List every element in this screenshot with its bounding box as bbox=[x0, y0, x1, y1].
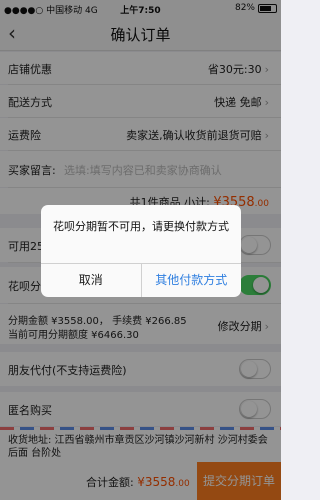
payment-unavailable-dialog: 花呗分期暂不可用，请更换付款方式 取消 其他付款方式 bbox=[41, 205, 241, 297]
cancel-button[interactable]: 取消 bbox=[41, 264, 141, 297]
dialog-message: 花呗分期暂不可用，请更换付款方式 bbox=[53, 220, 229, 233]
other-payment-button[interactable]: 其他付款方式 bbox=[140, 264, 242, 297]
